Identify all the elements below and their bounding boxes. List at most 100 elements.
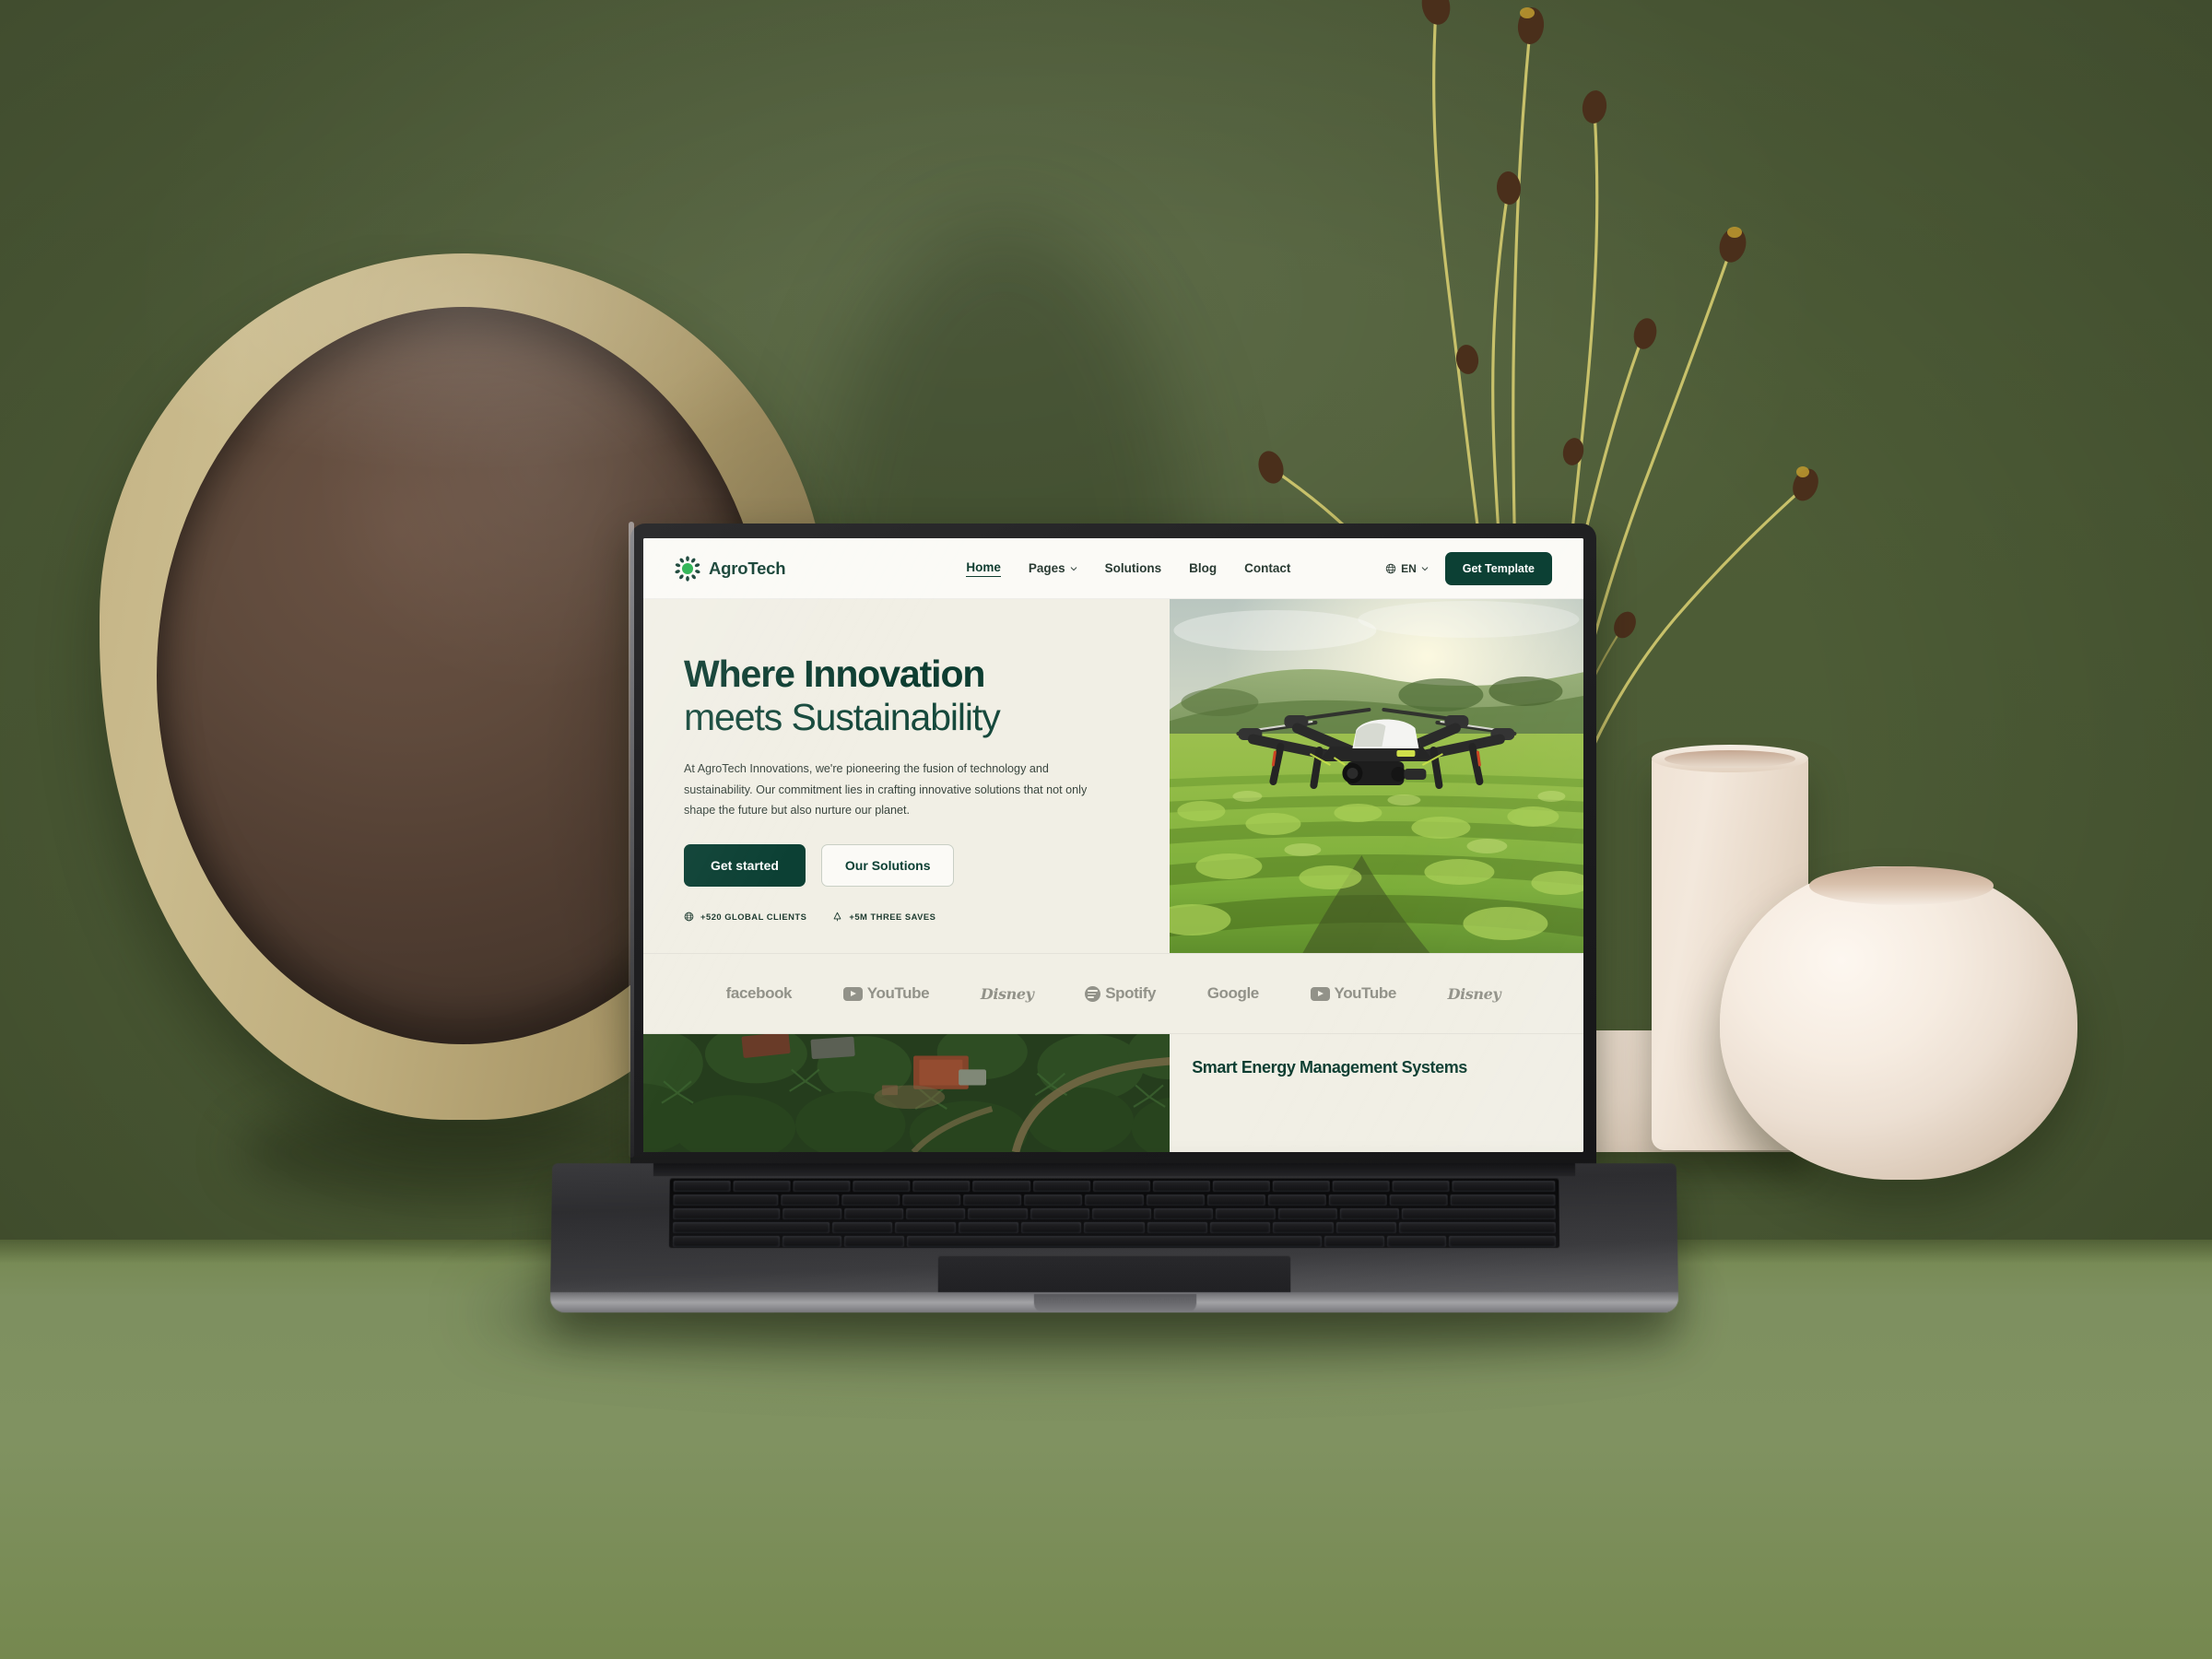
website-viewport: AgroTech Home Pages Solutions Blog Conta…	[643, 538, 1583, 1152]
globe-icon	[684, 912, 694, 922]
our-solutions-button[interactable]: Our Solutions	[820, 844, 955, 888]
key	[1092, 1181, 1150, 1193]
get-template-button[interactable]: Get Template	[1444, 551, 1552, 585]
youtube-play-icon	[842, 986, 863, 1001]
navbar-right: EN Get Template	[1385, 551, 1552, 585]
key	[1032, 1181, 1090, 1193]
stat-global-clients: +520 GLOBAL CLIENTS	[684, 912, 806, 922]
key	[1024, 1194, 1083, 1206]
spacebar-key	[906, 1236, 1323, 1247]
keyboard-row	[669, 1194, 1559, 1206]
hero-title-line2: meets Sustainability	[684, 696, 1001, 739]
key	[1212, 1181, 1270, 1193]
key	[1216, 1208, 1276, 1220]
laptop-device: AgroTech Home Pages Solutions Blog Conta…	[549, 522, 1679, 1335]
logo-label: Spotify	[1105, 984, 1157, 1002]
logo-label: YouTube	[866, 984, 930, 1002]
bottom-section: Smart Energy Management Systems	[643, 1034, 1583, 1152]
key	[1277, 1208, 1337, 1220]
key	[1399, 1222, 1557, 1234]
language-code: EN	[1401, 561, 1417, 575]
laptop-front-edge	[549, 1292, 1679, 1313]
hero-stats: +520 GLOBAL CLIENTS +5M THREE SAVES	[684, 912, 1170, 922]
logo-facebook: facebook	[725, 984, 793, 1003]
key	[1146, 1194, 1205, 1206]
key	[672, 1236, 780, 1247]
nav-link-label: Solutions	[1104, 561, 1162, 575]
aerial-village-image	[643, 1034, 1171, 1152]
nav-link-contact[interactable]: Contact	[1244, 561, 1290, 575]
logo-label: Disney	[980, 984, 1034, 1003]
key	[1324, 1236, 1384, 1247]
key	[1450, 1194, 1556, 1206]
key	[1153, 1208, 1214, 1220]
logo-spotify: Spotify	[1085, 984, 1156, 1003]
nav-link-pages[interactable]: Pages	[1029, 561, 1077, 575]
stat-label: +520 GLOBAL CLIENTS	[700, 912, 807, 923]
key	[853, 1181, 911, 1193]
hero-buttons: Get started Our Solutions	[684, 844, 1170, 888]
key	[673, 1222, 830, 1234]
key	[793, 1181, 851, 1193]
globe-icon	[1385, 563, 1396, 573]
nav-link-label: Pages	[1028, 561, 1065, 575]
key	[673, 1194, 779, 1206]
key	[1339, 1208, 1399, 1220]
round-ceramic-vase	[1720, 866, 2077, 1180]
laptop-front-notch	[1033, 1294, 1197, 1313]
keyboard-row	[669, 1236, 1559, 1247]
keyboard-row	[670, 1181, 1559, 1193]
hero-section: Where Innovation meets Sustainability At…	[643, 599, 1583, 953]
nav-link-home[interactable]: Home	[966, 560, 1001, 577]
key	[1147, 1222, 1208, 1234]
nav-link-label: Blog	[1189, 561, 1218, 575]
key	[782, 1236, 842, 1247]
key	[912, 1181, 971, 1193]
key	[780, 1194, 840, 1206]
key	[1273, 1222, 1334, 1234]
logo-google: Google	[1207, 984, 1260, 1003]
nav-link-blog[interactable]: Blog	[1189, 561, 1217, 575]
client-logo-strip: facebook YouTube Disney Spotify Google Y…	[643, 953, 1583, 1034]
sun-leaf-icon	[675, 555, 700, 582]
hero-image-drone-over-field	[1170, 599, 1583, 953]
keyboard[interactable]	[668, 1178, 1560, 1248]
key	[844, 1236, 904, 1247]
key	[1389, 1194, 1449, 1206]
logo-label: facebook	[725, 984, 793, 1002]
key	[1392, 1181, 1450, 1193]
key	[1401, 1208, 1556, 1220]
key	[1210, 1222, 1271, 1234]
stat-label: +5M THREE SAVES	[849, 912, 936, 923]
key	[1386, 1236, 1447, 1247]
hero-copy: Where Innovation meets Sustainability At…	[643, 599, 1171, 953]
key	[1084, 1222, 1145, 1234]
key	[1332, 1181, 1390, 1193]
brand-logo[interactable]: AgroTech	[675, 555, 786, 582]
key	[673, 1208, 780, 1220]
key	[841, 1194, 900, 1206]
round-vase-rim	[1809, 866, 1994, 905]
spotify-icon	[1085, 985, 1101, 1002]
key	[733, 1181, 791, 1193]
laptop-screen: AgroTech Home Pages Solutions Blog Conta…	[643, 538, 1583, 1152]
logo-label: YouTube	[1334, 984, 1397, 1002]
get-started-button[interactable]: Get started	[684, 844, 806, 888]
key	[1152, 1181, 1210, 1193]
logo-youtube-2: YouTube	[1310, 984, 1397, 1003]
nav-link-solutions[interactable]: Solutions	[1105, 561, 1162, 575]
photo-scene: AgroTech Home Pages Solutions Blog Conta…	[0, 0, 2212, 1659]
key	[1206, 1194, 1265, 1206]
language-selector[interactable]: EN	[1385, 562, 1429, 575]
nav-links: Home Pages Solutions Blog Contact	[966, 560, 1290, 577]
key	[963, 1194, 1022, 1206]
stat-tree-saves: +5M THREE SAVES	[832, 912, 935, 922]
key	[844, 1208, 904, 1220]
key	[1091, 1208, 1152, 1220]
key	[782, 1208, 842, 1220]
key	[1328, 1194, 1387, 1206]
tall-vase-opening	[1665, 750, 1795, 768]
chevron-down-icon	[1421, 566, 1429, 571]
key	[906, 1208, 966, 1220]
key	[1335, 1222, 1397, 1234]
